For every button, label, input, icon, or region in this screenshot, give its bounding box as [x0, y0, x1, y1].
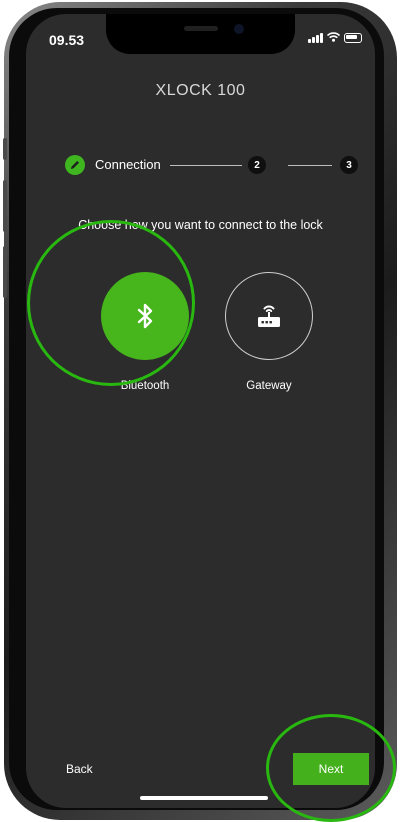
page-title: XLOCK 100: [155, 82, 246, 99]
bluetooth-icon: [137, 303, 153, 329]
connection-prompt: Choose how you want to connect to the lo…: [78, 218, 323, 232]
option-gateway[interactable]: Gateway: [224, 272, 314, 392]
bluetooth-option-circle[interactable]: [101, 272, 189, 360]
step-number-2: 2: [248, 156, 266, 174]
stepper: Connection 2 3: [65, 155, 358, 175]
gateway-option-circle[interactable]: [225, 272, 313, 360]
step-connector-line: [170, 165, 242, 166]
option-bluetooth[interactable]: Bluetooth: [100, 272, 190, 392]
status-icons: [308, 32, 362, 43]
volume-down-button: [3, 246, 7, 298]
mute-switch: [3, 138, 7, 160]
next-button[interactable]: Next: [293, 753, 369, 785]
battery-icon: [344, 32, 362, 43]
step-label-connection: Connection: [95, 157, 161, 172]
home-indicator: [140, 796, 268, 800]
app-screen: 09.53 XLOCK 100 Connection 2 3 Choose ho…: [26, 14, 375, 808]
step-completed-indicator: [65, 155, 85, 175]
front-camera: [234, 24, 244, 34]
signal-icon: [308, 32, 323, 43]
back-button[interactable]: Back: [66, 762, 93, 776]
gateway-option-label: Gateway: [246, 380, 292, 392]
volume-up-button: [3, 180, 7, 232]
status-time: 09.53: [49, 32, 85, 48]
step-connector-line: [288, 165, 332, 166]
wifi-icon: [326, 32, 341, 43]
pencil-icon: [71, 161, 79, 169]
speaker-grille: [184, 26, 218, 31]
bluetooth-option-label: Bluetooth: [120, 380, 170, 392]
router-icon: [258, 305, 280, 327]
notch: [106, 14, 295, 54]
step-number-3: 3: [340, 156, 358, 174]
